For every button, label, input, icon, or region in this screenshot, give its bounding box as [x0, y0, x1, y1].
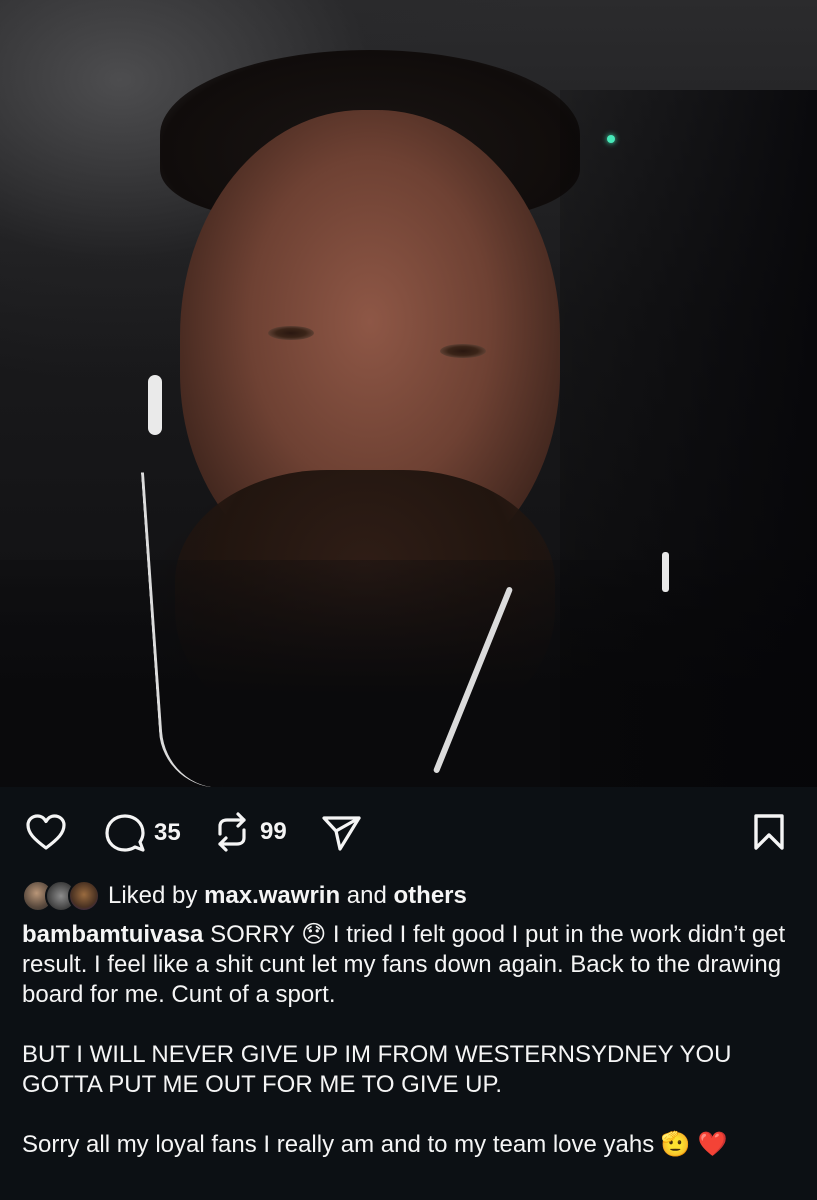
paper-plane-icon: [322, 816, 361, 851]
caption-paragraph: Sorry all my loyal fans I really am and …: [22, 1131, 728, 1158]
liked-by-others[interactable]: others: [394, 882, 467, 910]
repost-count: 99: [260, 818, 287, 845]
comment-bubble-icon: [105, 814, 145, 852]
post-caption: bambamtuivasa SORRY 😞 I tried I felt goo…: [22, 920, 802, 1190]
bookmark-icon: [754, 814, 784, 850]
caption-paragraph: BUT I WILL NEVER GIVE UP IM FROM WESTERN…: [22, 1041, 732, 1098]
like-button[interactable]: [24, 812, 68, 852]
liked-by-row[interactable]: Liked by max.wawrin and others: [22, 878, 467, 914]
caption-username[interactable]: bambamtuivasa: [22, 921, 203, 948]
liker-avatars: [22, 880, 100, 912]
comment-count: 35: [154, 819, 181, 846]
liked-by-prefix: Liked by: [108, 882, 198, 909]
liked-by-joiner: and: [346, 882, 387, 909]
liker-username[interactable]: max.wawrin: [204, 882, 340, 910]
repost-arrows-icon: [218, 812, 246, 852]
heart-icon: [26, 814, 66, 850]
post-action-bar: 35 99: [0, 808, 817, 858]
avatar: [68, 880, 100, 912]
repost-button[interactable]: 99: [212, 810, 287, 854]
post-photo[interactable]: [0, 0, 817, 787]
save-button[interactable]: [752, 812, 786, 852]
comment-button[interactable]: 35: [104, 812, 181, 854]
share-button[interactable]: [320, 814, 362, 852]
caption-paragraph: bambamtuivasa SORRY 😞 I tried I felt goo…: [22, 920, 802, 1010]
